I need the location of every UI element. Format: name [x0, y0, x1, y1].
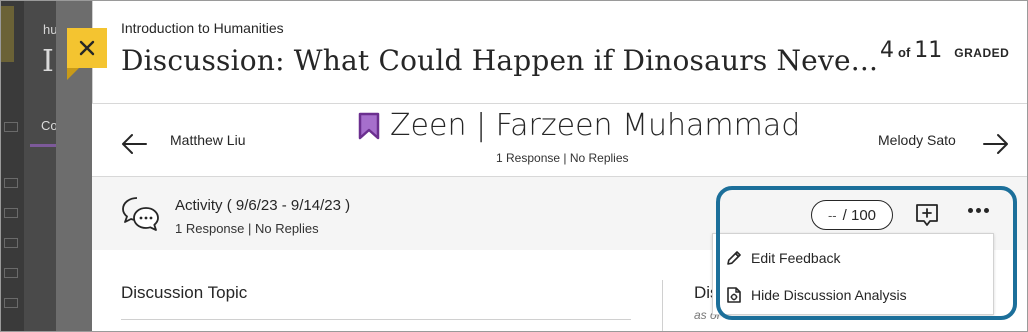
dot — [968, 207, 973, 213]
background-icon — [4, 238, 18, 248]
background-icon — [4, 208, 18, 218]
background-icon — [4, 268, 18, 278]
options-menu: Edit Feedback Hide Discussion Analysis — [712, 233, 994, 315]
next-student-link[interactable]: Melody Sato — [878, 132, 956, 148]
counter-current: 4 — [880, 38, 894, 63]
background-icon — [4, 122, 18, 132]
previous-student-arrow-icon[interactable] — [120, 132, 148, 156]
grade-placeholder: -- — [827, 207, 837, 223]
background-title: I — [42, 44, 54, 79]
bookmark-icon[interactable] — [358, 112, 380, 140]
menu-item-hide-discussion-analysis[interactable]: Hide Discussion Analysis — [713, 277, 995, 313]
counter-of: of — [898, 45, 911, 60]
analysis-icon — [727, 287, 741, 303]
menu-item-label: Edit Feedback — [751, 250, 841, 266]
next-student-arrow-icon[interactable] — [982, 132, 1010, 156]
grade-max: / 100 — [842, 206, 877, 224]
student-navigation: Matthew Liu Zeen | Farzeen Muhammad 1 Re… — [92, 104, 1028, 176]
previous-student-link[interactable]: Matthew Liu — [170, 132, 245, 148]
activity-summary: 1 Response | No Replies — [175, 221, 319, 236]
discussion-topic-heading: Discussion Topic — [121, 283, 248, 302]
activity-label: Activity — [175, 197, 223, 214]
counter-total: 11 — [914, 38, 943, 63]
activity-title: Activity ( 9/6/23 - 9/14/23 ) — [175, 197, 350, 214]
activity-date-range: ( 9/6/23 - 9/14/23 ) — [226, 197, 351, 214]
more-options-icon[interactable] — [968, 205, 992, 215]
student-summary: 1 Response | No Replies — [496, 151, 629, 165]
current-student: Zeen | Farzeen Muhammad — [358, 108, 800, 143]
submission-counter: 4 of 11 GRADED — [880, 38, 1009, 63]
course-name: Introduction to Humanities — [121, 20, 284, 36]
grade-input[interactable]: -- / 100 — [811, 200, 893, 230]
student-name: Zeen | Farzeen Muhammad — [390, 108, 801, 143]
dot — [984, 207, 989, 213]
divider — [121, 319, 631, 320]
graded-status: GRADED — [954, 46, 1010, 60]
page-title: Discussion: What Could Happen if Dinosau… — [121, 44, 879, 77]
background-icon — [4, 298, 18, 308]
panel-header: Introduction to Humanities Discussion: W… — [92, 0, 1028, 104]
menu-item-label: Hide Discussion Analysis — [751, 287, 907, 303]
background-accent — [0, 6, 14, 62]
background-icon — [4, 178, 18, 188]
discussion-chat-icon — [122, 197, 159, 231]
add-feedback-icon[interactable] — [914, 202, 940, 228]
pencil-icon — [727, 251, 741, 265]
dot — [976, 207, 981, 213]
column-divider — [662, 280, 663, 332]
menu-item-edit-feedback[interactable]: Edit Feedback — [713, 240, 995, 276]
